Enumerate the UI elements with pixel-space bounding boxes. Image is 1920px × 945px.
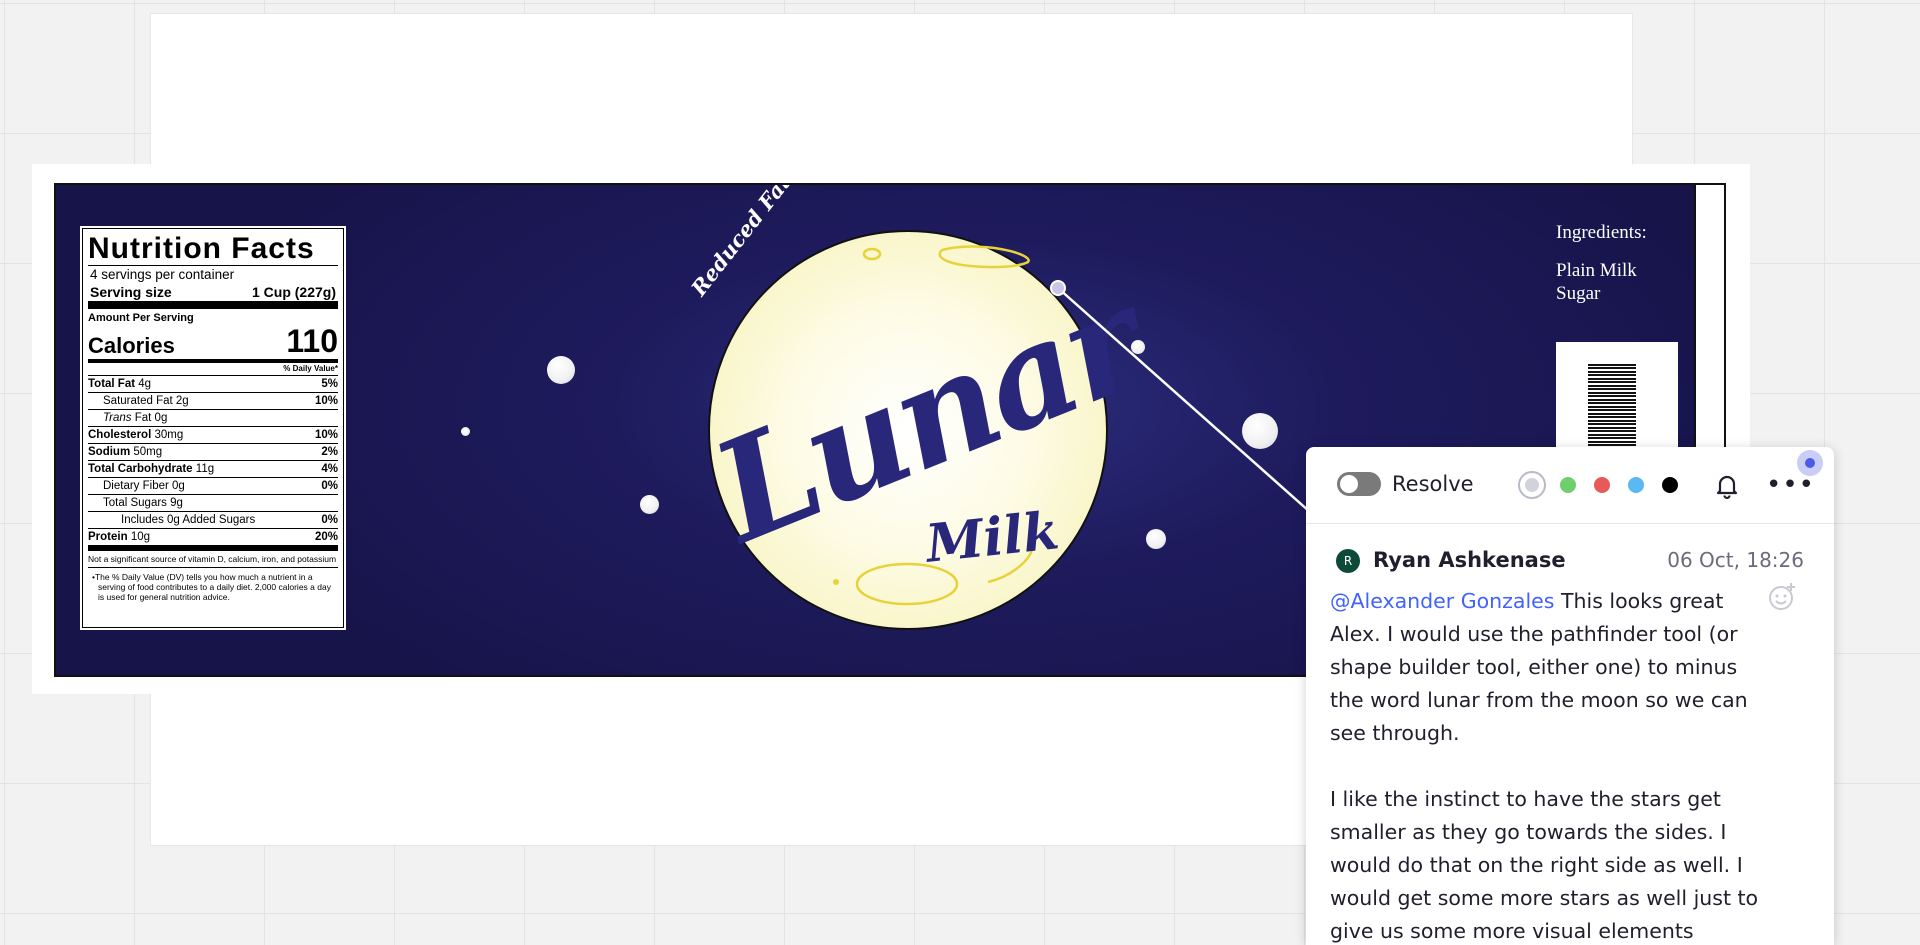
comment-date: 06 Oct, 18:26 [1667,548,1804,572]
color-swatch-black[interactable] [1662,477,1678,493]
bell-icon[interactable] [1712,471,1742,501]
color-swatch-blue[interactable] [1628,477,1644,493]
comment-message: @Alexander Gonzales This looks great Ale… [1330,585,1770,945]
avatar[interactable]: R [1336,549,1360,573]
comment-panel[interactable]: Resolve ••• R Ryan Ashkenase 06 Oct, 18:… [1306,447,1834,945]
add-reaction-icon[interactable] [1766,581,1798,613]
user-mention[interactable]: @Alexander Gonzales [1330,589,1554,613]
comment-author[interactable]: Ryan Ashkenase [1373,546,1566,574]
comment-pin-indicator[interactable] [1797,450,1823,476]
comment-paragraph: @Alexander Gonzales This looks great Ale… [1330,585,1770,750]
color-swatch-green[interactable] [1560,477,1576,493]
resolve-toggle[interactable] [1337,472,1381,496]
toggle-knob [1340,475,1358,493]
more-options-icon[interactable]: ••• [1766,471,1814,501]
swatch-fill [1525,478,1539,492]
color-swatch-red[interactable] [1594,477,1610,493]
comment-text: I like the instinct to have the stars ge… [1330,787,1759,943]
resolve-label[interactable]: Resolve [1392,471,1474,497]
comment-toolbar: Resolve ••• [1306,447,1834,524]
color-swatch-gray[interactable] [1518,471,1546,499]
comment-paragraph: I like the instinct to have the stars ge… [1330,783,1770,945]
